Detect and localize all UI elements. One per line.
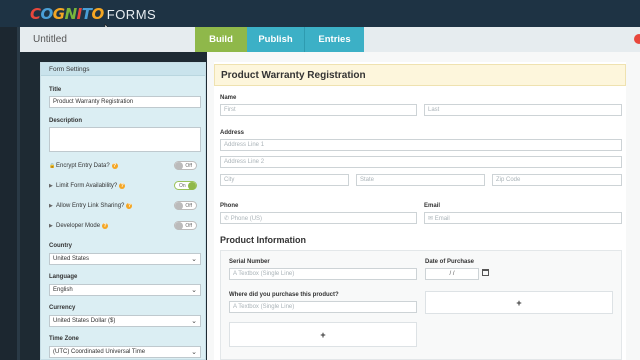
encrypt-entry-data-row: 🔒 Encrypt Entry Data?? Off: [49, 161, 201, 171]
cognito-forms-logo[interactable]: COGNITO FORMS: [30, 5, 156, 23]
currency-select[interactable]: United States Dollar ($) ⌄: [49, 315, 201, 327]
lock-icon: 🔒: [49, 163, 56, 169]
allow-link-sharing-row[interactable]: ▶ Allow Entry Link Sharing?? Off: [49, 201, 201, 211]
form-title: Product Warranty Registration: [221, 70, 366, 81]
help-icon[interactable]: ?: [126, 203, 133, 209]
serial-number-field[interactable]: A Textbox (Single Line): [229, 268, 417, 280]
timezone-label: Time Zone: [49, 336, 79, 342]
limit-availability-row[interactable]: ▶ Limit Form Availability?? On: [49, 181, 201, 191]
chevron-down-icon: ⌄: [191, 349, 197, 356]
title-label: Title: [49, 87, 62, 93]
add-field-button[interactable]: +: [425, 291, 613, 314]
builder-tabs: Build Publish Entries: [195, 27, 364, 52]
timezone-select[interactable]: (UTC) Coordinated Universal Time ⌄: [49, 346, 201, 358]
last-name-field[interactable]: Last: [424, 104, 622, 116]
language-label: Language: [49, 274, 78, 280]
tab-publish[interactable]: Publish: [247, 27, 304, 52]
section-title[interactable]: Product Information: [220, 235, 306, 245]
chevron-down-icon: ⌄: [191, 256, 197, 263]
phone-icon: ✆: [224, 216, 231, 222]
chevron-right-icon: ▶: [49, 183, 53, 189]
first-name-field[interactable]: First: [220, 104, 417, 116]
state-field[interactable]: State: [356, 174, 485, 186]
form-settings-header: Form Settings: [41, 63, 205, 76]
add-field-button[interactable]: +: [229, 322, 417, 347]
logo-forms-text: FORMS: [106, 6, 157, 22]
chevron-down-icon: ⌄: [191, 287, 197, 294]
chevron-right-icon: ▶: [49, 223, 53, 229]
calendar-icon[interactable]: [482, 269, 489, 276]
tab-build[interactable]: Build: [195, 27, 247, 52]
email-label: Email: [424, 203, 441, 209]
description-textarea[interactable]: [49, 127, 201, 152]
date-of-purchase-field[interactable]: / /: [425, 268, 479, 280]
builder-header: Untitled Build Publish Entries: [20, 27, 640, 52]
encrypt-toggle[interactable]: Off: [174, 161, 197, 170]
country-select[interactable]: United States ⌄: [49, 253, 201, 265]
city-field[interactable]: City: [220, 174, 349, 186]
zip-code-field[interactable]: Zip Code: [492, 174, 622, 186]
help-icon[interactable]: ?: [119, 183, 126, 189]
top-bar: COGNITO FORMS: [0, 0, 640, 35]
tab-entries[interactable]: Entries: [304, 27, 364, 52]
email-field[interactable]: ✉ Email: [424, 212, 622, 224]
address-line1-field[interactable]: Address Line 1: [220, 139, 622, 151]
description-label: Description: [49, 118, 83, 124]
phone-label: Phone: [220, 203, 239, 209]
purchase-location-label: Where did you purchase this product?: [229, 292, 339, 298]
limit-availability-toggle[interactable]: On: [174, 181, 197, 190]
help-icon[interactable]: [634, 34, 640, 44]
form-settings-panel: Form Settings Title Product Warranty Reg…: [40, 62, 206, 360]
purchase-location-field[interactable]: A Textbox (Single Line): [229, 301, 417, 313]
envelope-icon: ✉: [428, 216, 435, 222]
phone-field[interactable]: ✆ Phone (US): [220, 212, 417, 224]
title-input[interactable]: Product Warranty Registration: [49, 96, 201, 108]
currency-label: Currency: [49, 305, 76, 311]
help-icon[interactable]: ?: [111, 163, 118, 169]
serial-number-label: Serial Number: [229, 259, 270, 265]
form-name-title[interactable]: Untitled: [33, 34, 67, 45]
date-of-purchase-label: Date of Purchase: [425, 259, 475, 265]
left-dark-strip: [0, 27, 20, 360]
chevron-down-icon: ⌄: [191, 318, 197, 325]
help-icon[interactable]: ?: [102, 223, 109, 229]
address-line2-field[interactable]: Address Line 2: [220, 156, 622, 168]
address-label: Address: [220, 130, 245, 136]
developer-mode-toggle[interactable]: Off: [174, 221, 197, 230]
developer-mode-row[interactable]: ▶ Developer Mode? Off: [49, 221, 201, 231]
name-label: Name: [220, 95, 237, 101]
form-title-bar[interactable]: Product Warranty Registration: [214, 64, 626, 86]
language-select[interactable]: English ⌄: [49, 284, 201, 296]
chevron-right-icon: ▶: [49, 203, 53, 209]
country-label: Country: [49, 243, 72, 249]
link-sharing-toggle[interactable]: Off: [174, 201, 197, 210]
